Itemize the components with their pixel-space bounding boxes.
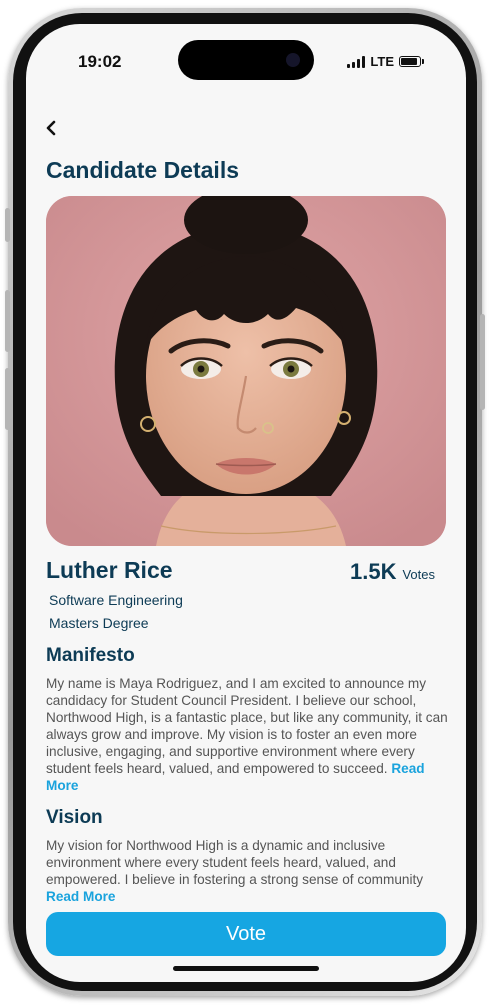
vision-body: My vision for Northwood High is a dynami… <box>46 838 424 887</box>
vote-button[interactable]: Vote <box>46 912 446 956</box>
battery-icon <box>399 56 421 67</box>
battery-tip <box>422 59 424 64</box>
home-indicator[interactable] <box>173 966 319 971</box>
manifesto-body: My name is Maya Rodriguez, and I am exci… <box>46 676 448 776</box>
action-button <box>5 208 10 242</box>
app-screen: 19:02 LTE Candidate Details Luther Rice … <box>26 24 466 982</box>
candidate-name: Luther Rice <box>46 557 173 583</box>
network-label: LTE <box>370 54 394 69</box>
vision-read-more-link[interactable]: Read More <box>46 889 116 904</box>
dynamic-island <box>178 40 314 80</box>
candidate-degree: Masters Degree <box>49 615 149 631</box>
signal-icon <box>347 55 366 68</box>
volume-up-button <box>5 290 10 352</box>
power-button <box>480 314 485 410</box>
status-time: 19:02 <box>78 52 122 71</box>
camera-icon <box>286 53 300 67</box>
status-bar: 19:02 LTE <box>26 24 466 94</box>
vision-text: My vision for Northwood High is a dynami… <box>46 837 448 905</box>
manifesto-heading: Manifesto <box>46 645 135 666</box>
vote-count-value: 1.5K <box>349 559 397 584</box>
status-indicators: LTE <box>347 54 424 69</box>
page-title: Candidate Details <box>46 157 239 183</box>
chevron-left-icon <box>46 120 56 136</box>
candidate-portrait <box>46 196 446 546</box>
candidate-photo <box>46 196 446 546</box>
manifesto-text: My name is Maya Rodriguez, and I am exci… <box>46 675 448 794</box>
back-button[interactable] <box>40 116 64 140</box>
candidate-department: Software Engineering <box>49 592 183 608</box>
vote-count: 1.5K Votes <box>350 559 435 585</box>
vision-heading: Vision <box>46 807 103 828</box>
vote-count-label: Votes <box>402 567 435 582</box>
volume-down-button <box>5 368 10 430</box>
